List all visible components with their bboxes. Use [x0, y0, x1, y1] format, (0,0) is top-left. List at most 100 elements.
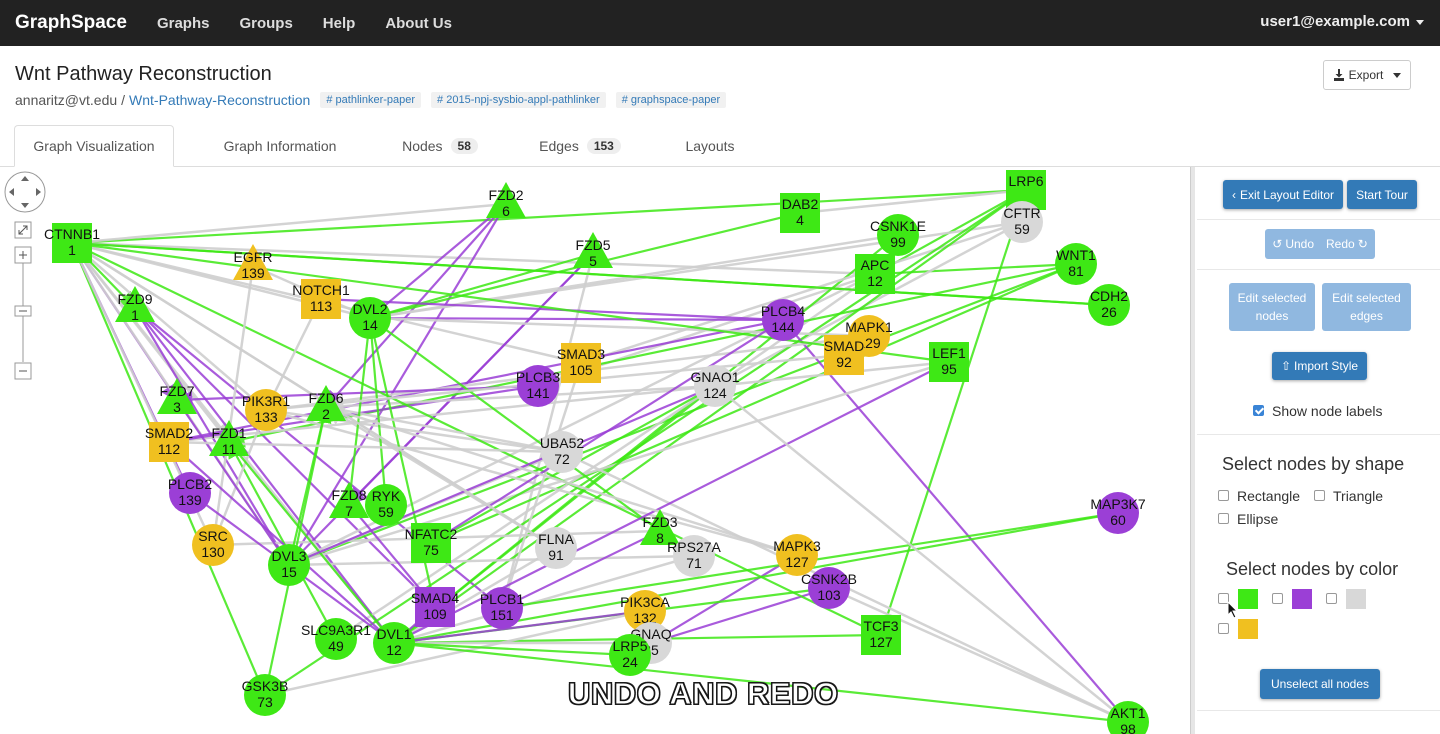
graph-node-lrp5[interactable]: LRP524: [609, 634, 651, 676]
node-number: 127: [869, 634, 893, 650]
tab-nodes[interactable]: Nodes 58: [385, 125, 495, 167]
graph-node-fzd7[interactable]: FZD73: [157, 378, 197, 415]
graph-node-src[interactable]: SRC130: [192, 524, 234, 566]
show-labels-checkbox[interactable]: [1253, 405, 1264, 416]
graph-node-dvl1[interactable]: DVL112: [373, 622, 415, 664]
graph-node-egfr[interactable]: EGFR139: [233, 244, 273, 281]
button-label: Import Style: [1294, 359, 1359, 373]
graph-node-smad[interactable]: SMAD92: [824, 335, 864, 375]
node-number: 124: [703, 385, 727, 401]
node-label: TCF3: [864, 618, 899, 634]
user-menu[interactable]: user1@example.com: [1260, 13, 1424, 30]
nav-graphs[interactable]: Graphs: [157, 15, 210, 32]
graph-edge[interactable]: [70, 242, 268, 698]
color-purple-checkbox[interactable]: [1272, 593, 1283, 604]
graph-node-smad2[interactable]: SMAD2112: [145, 422, 193, 462]
tag-graphspace-paper[interactable]: # graphspace-paper: [615, 92, 727, 108]
zoom-control[interactable]: [14, 221, 34, 381]
zoom-out-button[interactable]: [14, 362, 34, 382]
graph-node-cdh2[interactable]: CDH226: [1088, 284, 1130, 326]
graph-node-akt1[interactable]: AKT198: [1107, 701, 1149, 734]
graph-edge[interactable]: [877, 189, 1028, 638]
tab-layouts[interactable]: Layouts: [665, 125, 755, 167]
node-label: FZD8: [332, 487, 367, 503]
import-style-button[interactable]: ⇧ Import Style: [1272, 352, 1367, 380]
start-tour-button[interactable]: Start Tour: [1347, 180, 1417, 209]
graph-node-ryk[interactable]: RYK59: [365, 484, 407, 526]
gray-swatch: [1346, 589, 1366, 609]
graph-node-fzd5[interactable]: FZD55: [573, 232, 613, 269]
graph-name-link[interactable]: Wnt-Pathway-Reconstruction: [129, 92, 310, 108]
rectangle-checkbox[interactable]: [1218, 490, 1229, 501]
node-number: 59: [1014, 221, 1030, 237]
graph-node-mapk3[interactable]: MAPK3127: [773, 534, 821, 576]
nav-groups[interactable]: Groups: [239, 15, 292, 32]
graph-node-plcb3[interactable]: PLCB3141: [516, 365, 561, 407]
graph-node-wnt1[interactable]: WNT181: [1055, 243, 1097, 285]
graph-edge[interactable]: [391, 634, 631, 657]
graph-node-smad3[interactable]: SMAD3105: [557, 343, 605, 383]
node-label: FZD7: [160, 383, 195, 399]
graph-node-csnk2b[interactable]: CSNK2B103: [801, 567, 857, 609]
user-email: user1@example.com: [1260, 13, 1410, 30]
node-number: 49: [328, 638, 344, 654]
graph-node-flna[interactable]: FLNA91: [535, 527, 577, 569]
graph-edge[interactable]: [649, 554, 798, 645]
graph-node-map3k7[interactable]: MAP3K760: [1090, 492, 1146, 534]
graph-node-rps27a[interactable]: RPS27A71: [667, 535, 722, 577]
redo-icon: ↻: [1357, 237, 1368, 251]
node-label: CDH2: [1090, 288, 1128, 304]
graph-node-fzd6[interactable]: FZD62: [306, 385, 346, 422]
brand-logo[interactable]: GraphSpace: [15, 12, 127, 34]
export-label: Export: [1348, 68, 1384, 82]
graph-node-dvl2[interactable]: DVL214: [349, 297, 391, 339]
export-button[interactable]: Export: [1323, 60, 1411, 90]
node-label: PIK3CA: [620, 594, 670, 610]
pan-control[interactable]: [4, 171, 48, 215]
nav-about-us[interactable]: About Us: [385, 15, 452, 32]
node-number: 14: [362, 317, 378, 333]
redo-button[interactable]: Redo: [1326, 235, 1355, 253]
graph-node-plcb2[interactable]: PLCB2139: [168, 472, 213, 514]
tag-pathlinker-paper[interactable]: # pathlinker-paper: [320, 92, 422, 108]
node-label: FLNA: [538, 531, 574, 547]
chevron-down-icon: [1393, 72, 1402, 78]
triangle-label: Triangle: [1333, 488, 1384, 504]
graph-node-ctnnb1[interactable]: CTNNB11: [44, 223, 100, 263]
graph-canvas[interactable]: CTNNB1 1 FZD2 6 DAB2 4 LRP6 CFTR 59 CSNK1E 99 EGFR 1…: [0, 167, 1190, 734]
ellipse-checkbox[interactable]: [1218, 513, 1229, 524]
graph-node-nfatc2[interactable]: NFATC275: [405, 523, 458, 563]
graph-node-smad4[interactable]: SMAD4109: [411, 587, 459, 627]
exit-layout-editor-button[interactable]: ‹ Exit Layout Editor: [1223, 180, 1343, 209]
color-gray-checkbox[interactable]: [1326, 593, 1337, 604]
graph-node-dvl3[interactable]: DVL315: [268, 544, 310, 586]
graph-node-dab2[interactable]: DAB24: [780, 193, 820, 233]
graph-node-fzd2[interactable]: FZD26: [486, 182, 526, 219]
graph-node-gsk3b[interactable]: GSK3B73: [242, 674, 289, 716]
graph-node-fzd9[interactable]: FZD91: [115, 286, 155, 323]
node-label: GNAO1: [690, 369, 739, 385]
graph-node-lef1[interactable]: LEF195: [929, 342, 969, 382]
tab-graph-information[interactable]: Graph Information: [200, 125, 360, 167]
graph-node-fzd1[interactable]: FZD111: [209, 420, 249, 457]
graph-node-plcb1[interactable]: PLCB1151: [480, 587, 525, 629]
graph-node-slc9a3r1[interactable]: SLC9A3R149: [301, 618, 371, 660]
panel-divider[interactable]: [1190, 167, 1195, 734]
graph-svg[interactable]: CTNNB11FZD26 DAB24LRP6CFTR59CSNK1E99EGFR1…: [0, 167, 1190, 734]
undo-button[interactable]: Undo: [1285, 235, 1314, 253]
graph-node-apc[interactable]: APC12: [855, 254, 895, 294]
triangle-checkbox[interactable]: [1314, 490, 1325, 501]
graph-node-tcf3[interactable]: TCF3127: [861, 615, 901, 655]
undo-redo-group: ↺ Undo Redo ↻: [1265, 229, 1375, 259]
tab-edges[interactable]: Edges 153: [525, 125, 635, 167]
graph-node-cftr[interactable]: CFTR59: [1001, 201, 1043, 243]
edit-selected-edges-button[interactable]: Edit selected edges: [1322, 283, 1411, 331]
graph-node-fzd8[interactable]: FZD87: [329, 482, 369, 519]
node-label: AKT1: [1110, 705, 1145, 721]
color-yellow-checkbox[interactable]: [1218, 623, 1229, 634]
tab-graph-visualization[interactable]: Graph Visualization: [14, 125, 174, 167]
edit-selected-nodes-button[interactable]: Edit selected nodes: [1229, 283, 1315, 331]
nav-help[interactable]: Help: [323, 15, 356, 32]
tag-2015-npj[interactable]: # 2015-npj-sysbio-appl-pathlinker: [431, 92, 606, 108]
unselect-all-nodes-button[interactable]: Unselect all nodes: [1260, 669, 1380, 699]
